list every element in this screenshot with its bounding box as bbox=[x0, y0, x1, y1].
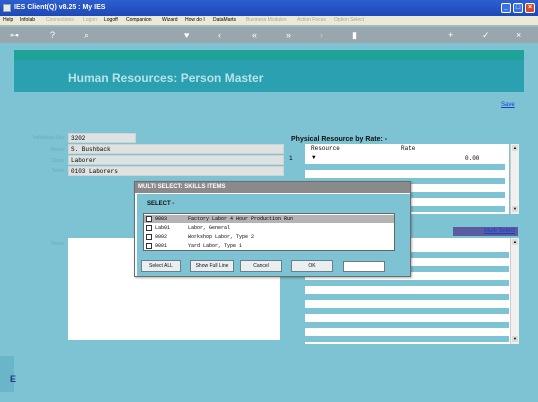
class-label: Class bbox=[51, 158, 64, 164]
item-description: Factory Labor 4 Hour Production Run bbox=[188, 216, 294, 222]
close-window-button[interactable]: × bbox=[525, 3, 535, 13]
menu-option-select[interactable]: Option Select bbox=[334, 17, 364, 23]
name-label: Name bbox=[50, 147, 64, 153]
menu-wizard[interactable]: Wizard bbox=[162, 17, 178, 23]
header-strip bbox=[14, 50, 524, 60]
check-icon[interactable]: ✓ bbox=[482, 30, 490, 40]
scroll-up-icon[interactable]: ▲ bbox=[512, 145, 518, 151]
back-icon[interactable]: ‹ bbox=[218, 30, 221, 40]
grid-stripe bbox=[305, 308, 509, 314]
item-checkbox[interactable] bbox=[146, 243, 152, 249]
physical-resource-title: Physical Resource by Rate: - bbox=[291, 136, 388, 143]
multi-select-link[interactable]: Multi Select bbox=[484, 228, 515, 234]
col-resource-header: Resource bbox=[311, 145, 340, 152]
multi-select-dialog: MULTI SELECT: SKILLS ITEMS SELECT - 9003… bbox=[134, 181, 411, 277]
item-description: Workshop Labor, Type 2 bbox=[188, 234, 255, 240]
menu-logon[interactable]: Logon bbox=[83, 17, 97, 23]
title-banner: Human Resources: Person Master bbox=[14, 60, 524, 92]
menu-infolab[interactable]: Infolab bbox=[20, 17, 35, 23]
key-icon[interactable]: ⊶ bbox=[10, 30, 19, 40]
close-icon[interactable]: × bbox=[516, 30, 521, 40]
skills-list[interactable]: 9003 Factory Labor 4 Hour Production Run… bbox=[143, 213, 395, 251]
scroll-up-icon[interactable]: ▲ bbox=[512, 239, 518, 245]
select-all-button[interactable]: Select ALL bbox=[141, 260, 181, 272]
item-code: 9002 bbox=[155, 234, 168, 240]
fastforward-icon[interactable]: » bbox=[286, 30, 291, 40]
help-icon[interactable]: ? bbox=[50, 30, 55, 40]
menu-action-focus[interactable]: Action Focus bbox=[297, 17, 326, 23]
item-code: 9003 bbox=[155, 216, 168, 222]
cancel-button[interactable]: Cancel bbox=[240, 260, 282, 272]
notes-label: Notes bbox=[50, 241, 64, 247]
item-description: Labor, General bbox=[188, 225, 231, 231]
item-description: Yard Labor, Type 1 bbox=[188, 243, 243, 249]
item-code: 9001 bbox=[155, 243, 168, 249]
trash-icon[interactable]: ▮ bbox=[352, 30, 357, 40]
window-title: IES Client(Q) v8.25 : My IES bbox=[14, 4, 106, 11]
scroll-down-icon[interactable]: ▼ bbox=[512, 336, 518, 342]
team-field[interactable]: 0103 Laborers bbox=[68, 166, 284, 176]
save-link[interactable]: Save bbox=[501, 102, 515, 108]
row-dropdown-marker[interactable]: ▼ bbox=[312, 154, 316, 161]
menu-datamarts[interactable]: DataMarts bbox=[213, 17, 236, 23]
dialog-body: SELECT - 9003 Factory Labor 4 Hour Produ… bbox=[137, 194, 410, 276]
dialog-input[interactable] bbox=[343, 261, 385, 272]
maximize-button[interactable]: □ bbox=[513, 3, 523, 13]
toolbar: ⊶ ? ⌕ ♥ ‹ « » › ▮ + ✓ × bbox=[0, 27, 538, 43]
menu-business-modules[interactable]: Business Modules bbox=[246, 17, 287, 23]
plus-icon[interactable]: + bbox=[448, 30, 453, 40]
dialog-title: MULTI SELECT: SKILLS ITEMS bbox=[135, 182, 410, 193]
team-label: Team bbox=[51, 168, 64, 174]
lower-grid-scrollbar[interactable]: ▲ ▼ bbox=[510, 238, 519, 344]
menu-logoff[interactable]: Logoff bbox=[104, 17, 118, 23]
grid-stripe bbox=[305, 322, 509, 328]
select-label: SELECT - bbox=[147, 201, 175, 207]
name-field[interactable]: S. Bushback bbox=[68, 144, 284, 154]
menu-companion[interactable]: Companion bbox=[126, 17, 152, 23]
list-item[interactable]: Lab01 Labor, General bbox=[144, 224, 394, 232]
ok-button[interactable]: OK bbox=[291, 260, 333, 272]
item-checkbox[interactable] bbox=[146, 216, 152, 222]
window-titlebar: IES Client(Q) v8.25 : My IES _ □ × bbox=[0, 0, 538, 16]
menu-bar: Help Infolab Connections Logon Logoff Co… bbox=[0, 16, 538, 26]
col-rate-header: Rate bbox=[401, 145, 416, 152]
individual-key-label: Individual Key bbox=[32, 135, 64, 141]
menu-how-do-i[interactable]: How do I bbox=[185, 17, 205, 23]
search-icon[interactable]: ⌕ bbox=[84, 30, 89, 40]
list-item[interactable]: 9003 Factory Labor 4 Hour Production Run bbox=[144, 215, 394, 223]
menu-help[interactable]: Help bbox=[3, 17, 13, 23]
grid-stripe bbox=[305, 164, 505, 170]
grid-stripe bbox=[305, 280, 509, 286]
left-edge-letter[interactable]: E bbox=[10, 374, 16, 384]
show-full-line-button[interactable]: Show Full Line bbox=[190, 260, 234, 272]
heart-icon[interactable]: ♥ bbox=[184, 30, 189, 40]
scroll-down-icon[interactable]: ▼ bbox=[512, 206, 518, 212]
list-item[interactable]: 9002 Workshop Labor, Type 2 bbox=[144, 233, 394, 241]
menu-connections[interactable]: Connections bbox=[46, 17, 74, 23]
grid-stripe bbox=[305, 294, 509, 300]
item-code: Lab01 bbox=[155, 225, 171, 231]
page-title: Human Resources: Person Master bbox=[68, 71, 264, 85]
row-rate-value: 0.00 bbox=[465, 155, 480, 162]
minimize-button[interactable]: _ bbox=[501, 3, 511, 13]
row-index: 1 bbox=[289, 155, 293, 162]
app-icon bbox=[3, 4, 11, 12]
grid-scrollbar[interactable]: ▲ ▼ bbox=[510, 144, 519, 214]
list-item[interactable]: 9001 Yard Labor, Type 1 bbox=[144, 242, 394, 250]
individual-key-field[interactable]: 3202 bbox=[68, 133, 136, 143]
item-checkbox[interactable] bbox=[146, 225, 152, 231]
grid-stripe bbox=[305, 336, 509, 342]
forward-icon[interactable]: › bbox=[320, 30, 323, 40]
rewind-icon[interactable]: « bbox=[252, 30, 257, 40]
class-field[interactable]: Laborer bbox=[68, 155, 284, 165]
item-checkbox[interactable] bbox=[146, 234, 152, 240]
